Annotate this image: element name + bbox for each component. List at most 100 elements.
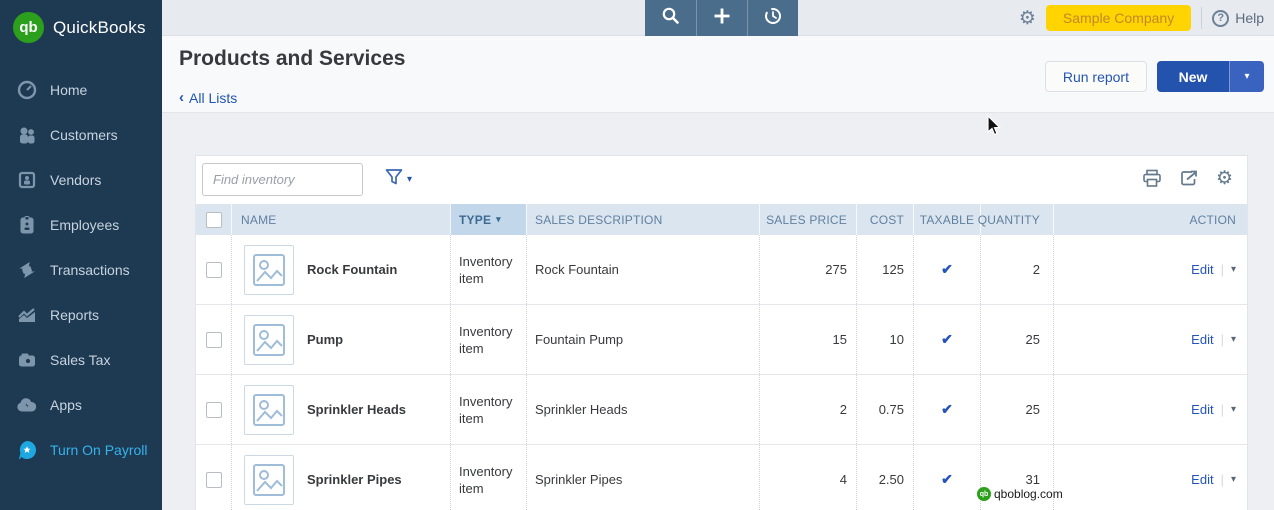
sales-description: Sprinkler Pipes <box>535 472 623 487</box>
filter-button[interactable]: ▾ <box>384 167 412 192</box>
table-row: Pump Inventory item Fountain Pump 15 10 … <box>196 305 1247 375</box>
product-name[interactable]: Rock Fountain <box>307 262 397 277</box>
sidebar-item-vendors[interactable]: Vendors <box>0 157 162 202</box>
column-header-type[interactable]: TYPE ▾ <box>450 204 526 235</box>
search-button[interactable] <box>645 0 696 36</box>
product-type: Inventory item <box>459 463 513 496</box>
sidebar-item-reports[interactable]: Reports <box>0 292 162 337</box>
product-image-placeholder[interactable] <box>244 384 294 435</box>
sidebar-nav: Home Customers Vendors Employees Transac… <box>0 67 162 472</box>
product-image-placeholder[interactable] <box>244 454 294 505</box>
export-icon[interactable] <box>1179 168 1199 188</box>
help-button[interactable]: ? Help <box>1212 9 1264 27</box>
action-divider: | <box>1220 262 1224 277</box>
action-caret-icon[interactable]: ▾ <box>1231 264 1236 275</box>
table-row: Sprinkler Pipes Inventory item Sprinkler… <box>196 445 1247 510</box>
app-logo[interactable]: qb QuickBooks <box>0 0 162 53</box>
row-checkbox[interactable] <box>205 401 222 418</box>
customers-icon <box>17 125 37 145</box>
main-content: ▾ ⚙ NAME TYPE ▾ SALES DESCRIPTIO <box>162 113 1274 510</box>
caret-down-icon: ▾ <box>407 174 413 185</box>
product-name[interactable]: Pump <box>307 332 343 347</box>
sidebar-item-label: Employees <box>50 216 120 233</box>
column-header-cost[interactable]: COST <box>856 204 913 235</box>
product-name[interactable]: Sprinkler Pipes <box>307 472 402 487</box>
sidebar-item-turn-on-payroll[interactable]: Turn On Payroll <box>0 427 162 472</box>
table-settings-gear-icon[interactable]: ⚙ <box>1216 169 1233 188</box>
action-caret-icon[interactable]: ▾ <box>1231 334 1236 345</box>
header-select-all-cell <box>196 204 231 235</box>
sidebar-item-label: Reports <box>50 306 100 323</box>
breadcrumb-label: All Lists <box>189 89 238 106</box>
breadcrumb-all-lists[interactable]: ‹ All Lists <box>179 89 237 106</box>
column-header-taxable[interactable]: TAXABLE <box>913 204 980 235</box>
edit-link[interactable]: Edit <box>1191 402 1213 417</box>
quantity: 25 <box>1025 402 1040 417</box>
table-toolbar: ▾ ⚙ <box>196 156 1247 204</box>
sidebar-item-label: Home <box>50 81 88 98</box>
edit-link[interactable]: Edit <box>1191 472 1213 487</box>
new-button-group: New ▾ <box>1157 61 1264 92</box>
cost: 10 <box>889 332 904 347</box>
transactions-icon <box>17 260 37 280</box>
action-caret-icon[interactable]: ▾ <box>1231 404 1236 415</box>
quickbooks-logo-icon: qb <box>13 12 44 43</box>
sidebar-item-sales-tax[interactable]: Sales Tax <box>0 337 162 382</box>
row-checkbox[interactable] <box>205 331 222 348</box>
select-all-checkbox[interactable] <box>205 211 222 228</box>
table-row: Rock Fountain Inventory item Rock Founta… <box>196 235 1247 305</box>
column-header-quantity[interactable]: QUANTITY <box>978 204 1053 235</box>
topbar-divider <box>1201 7 1203 29</box>
filter-funnel-icon <box>384 167 404 192</box>
find-inventory-input[interactable] <box>202 163 363 196</box>
sales-description: Fountain Pump <box>535 332 624 347</box>
product-image-placeholder[interactable] <box>244 244 294 295</box>
row-checkbox[interactable] <box>205 261 222 278</box>
company-selector[interactable]: Sample Company <box>1045 5 1192 31</box>
column-header-sales-description[interactable]: SALES DESCRIPTION <box>526 204 759 235</box>
new-dropdown-button[interactable]: ▾ <box>1229 61 1264 92</box>
sidebar-item-label: Customers <box>50 126 118 143</box>
table-toolbar-icons: ⚙ <box>1142 168 1233 188</box>
page-header: Products and Services ‹ All Lists Run re… <box>162 36 1274 113</box>
edit-link[interactable]: Edit <box>1191 262 1213 277</box>
run-report-button[interactable]: Run report <box>1044 61 1147 92</box>
action-divider: | <box>1220 332 1224 347</box>
settings-gear-icon[interactable]: ⚙ <box>1019 9 1036 28</box>
watermark-logo-icon: qb <box>977 487 991 501</box>
sidebar-item-home[interactable]: Home <box>0 67 162 112</box>
new-button[interactable]: New <box>1157 61 1229 92</box>
sales-tax-icon <box>17 350 37 370</box>
sidebar-item-employees[interactable]: Employees <box>0 202 162 247</box>
create-new-button[interactable] <box>696 0 747 36</box>
row-checkbox[interactable] <box>205 471 222 488</box>
print-icon[interactable] <box>1142 169 1162 188</box>
search-icon <box>661 6 680 30</box>
recent-transactions-button[interactable] <box>747 0 798 36</box>
sidebar-item-customers[interactable]: Customers <box>0 112 162 157</box>
watermark: qb qboblog.com <box>977 487 1063 501</box>
edit-link[interactable]: Edit <box>1191 332 1213 347</box>
table-row: Sprinkler Heads Inventory item Sprinkler… <box>196 375 1247 445</box>
quantity: 31 <box>1025 472 1040 487</box>
sidebar-item-apps[interactable]: Apps <box>0 382 162 427</box>
cost: 2.50 <box>878 472 904 487</box>
sales-price: 4 <box>839 472 847 487</box>
column-header-action: ACTION <box>1053 204 1247 235</box>
speedometer-icon <box>17 80 37 100</box>
sidebar: qb QuickBooks Home Customers Vendors Emp… <box>0 0 162 510</box>
quantity: 25 <box>1025 332 1040 347</box>
products-services-card: ▾ ⚙ NAME TYPE ▾ SALES DESCRIPTIO <box>195 155 1248 510</box>
column-header-type-label: TYPE <box>459 212 492 227</box>
column-header-name[interactable]: NAME <box>231 204 450 235</box>
table-header-row: NAME TYPE ▾ SALES DESCRIPTION SALES PRIC… <box>196 204 1247 235</box>
column-header-sales-price[interactable]: SALES PRICE <box>759 204 856 235</box>
product-name[interactable]: Sprinkler Heads <box>307 402 406 417</box>
topbar-right-cluster: ⚙ Sample Company ? Help <box>1019 0 1264 36</box>
watermark-text: qboblog.com <box>994 487 1063 501</box>
reports-icon <box>17 305 37 325</box>
action-caret-icon[interactable]: ▾ <box>1231 474 1236 485</box>
sidebar-item-transactions[interactable]: Transactions <box>0 247 162 292</box>
taxable-check-icon: ✔ <box>941 331 953 347</box>
product-image-placeholder[interactable] <box>244 314 294 365</box>
